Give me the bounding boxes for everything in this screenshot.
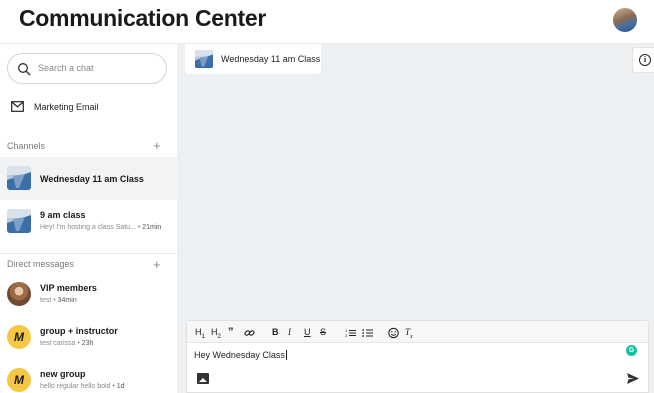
app-title: Communication Center bbox=[19, 5, 267, 31]
format-toolbar: H1 H2 ” B I U S 1 2 Tx bbox=[187, 321, 648, 343]
message-composer: H1 H2 ” B I U S 1 2 Tx Hey Wednesday Cla… bbox=[186, 320, 649, 393]
add-channel-icon[interactable]: + bbox=[153, 137, 161, 155]
active-chat-header: Wednesday 11 am Class bbox=[185, 44, 321, 74]
link-icon[interactable] bbox=[244, 327, 255, 339]
channel-thumbnail bbox=[195, 50, 213, 68]
bullet-list-icon[interactable] bbox=[362, 327, 373, 339]
send-icon[interactable] bbox=[627, 373, 639, 384]
channel-item-9am[interactable]: 9 am class Hey! I'm hosting a class Satu… bbox=[0, 200, 177, 242]
heading1-button[interactable]: H1 bbox=[195, 326, 205, 340]
channels-header: Channels + bbox=[0, 137, 177, 157]
channels-label: Channels bbox=[7, 141, 46, 151]
dm-preview: test carissa • 23h bbox=[40, 340, 94, 347]
search-placeholder: Search a chat bbox=[38, 63, 94, 73]
dm-item-group-instructor[interactable]: M group + instructor test carissa • 23h bbox=[0, 320, 177, 362]
emoji-icon[interactable] bbox=[388, 327, 399, 339]
italic-button[interactable]: I bbox=[288, 326, 291, 338]
channel-title: Wednesday 11 am Class bbox=[40, 174, 144, 184]
strikethrough-button[interactable]: S bbox=[320, 326, 326, 338]
channel-item-wednesday[interactable]: Wednesday 11 am Class bbox=[0, 157, 177, 200]
sidebar: Search a chat Marketing Email Channels +… bbox=[0, 44, 177, 393]
bold-button[interactable]: B bbox=[272, 326, 279, 338]
dm-preview: hello regular hello bold • 1d bbox=[40, 383, 125, 390]
clear-format-icon[interactable]: Tx bbox=[405, 326, 413, 340]
message-input[interactable]: Hey Wednesday Class bbox=[194, 350, 287, 360]
direct-messages-header: Direct messages + bbox=[0, 253, 177, 275]
marketing-email-item[interactable]: Marketing Email bbox=[0, 94, 177, 122]
dm-title: new group bbox=[40, 369, 86, 379]
avatar: M bbox=[7, 368, 31, 392]
dm-preview: test • 34min bbox=[40, 297, 77, 304]
channel-title: 9 am class bbox=[40, 210, 86, 220]
ordered-list-icon[interactable]: 1 2 bbox=[345, 327, 356, 339]
underline-button[interactable]: U bbox=[304, 326, 311, 338]
dm-title: VIP members bbox=[40, 283, 97, 293]
heading2-button[interactable]: H2 bbox=[211, 326, 221, 340]
avatar: M bbox=[7, 325, 31, 349]
info-icon: i bbox=[639, 54, 651, 66]
svg-text:2: 2 bbox=[345, 333, 348, 338]
image-upload-icon[interactable] bbox=[197, 373, 209, 384]
avatar bbox=[7, 282, 31, 306]
grammarly-icon[interactable]: G bbox=[626, 345, 637, 356]
add-direct-message-icon[interactable]: + bbox=[153, 256, 161, 274]
info-button[interactable]: i bbox=[632, 47, 654, 73]
dm-item-vip-members[interactable]: VIP members test • 34min bbox=[0, 277, 177, 319]
direct-messages-label: Direct messages bbox=[7, 259, 75, 269]
text-caret bbox=[285, 350, 287, 360]
dm-title: group + instructor bbox=[40, 326, 118, 336]
active-chat-title: Wednesday 11 am Class bbox=[221, 54, 321, 64]
search-input[interactable]: Search a chat bbox=[7, 53, 167, 84]
chat-panel: Wednesday 11 am Class i H1 H2 ” B I U S … bbox=[177, 44, 654, 393]
marketing-email-label: Marketing Email bbox=[34, 102, 99, 112]
user-avatar[interactable] bbox=[613, 8, 637, 32]
dm-item-new-group[interactable]: M new group hello regular hello bold • 1… bbox=[0, 363, 177, 393]
channel-preview: Hey! I'm hosting a class Satu... • 21min bbox=[40, 224, 162, 231]
mail-icon bbox=[11, 101, 24, 112]
channel-thumbnail bbox=[7, 209, 31, 233]
top-bar: Communication Center bbox=[0, 0, 654, 44]
search-icon bbox=[18, 63, 31, 76]
quote-icon[interactable]: ” bbox=[228, 326, 234, 338]
channel-thumbnail bbox=[7, 166, 31, 190]
